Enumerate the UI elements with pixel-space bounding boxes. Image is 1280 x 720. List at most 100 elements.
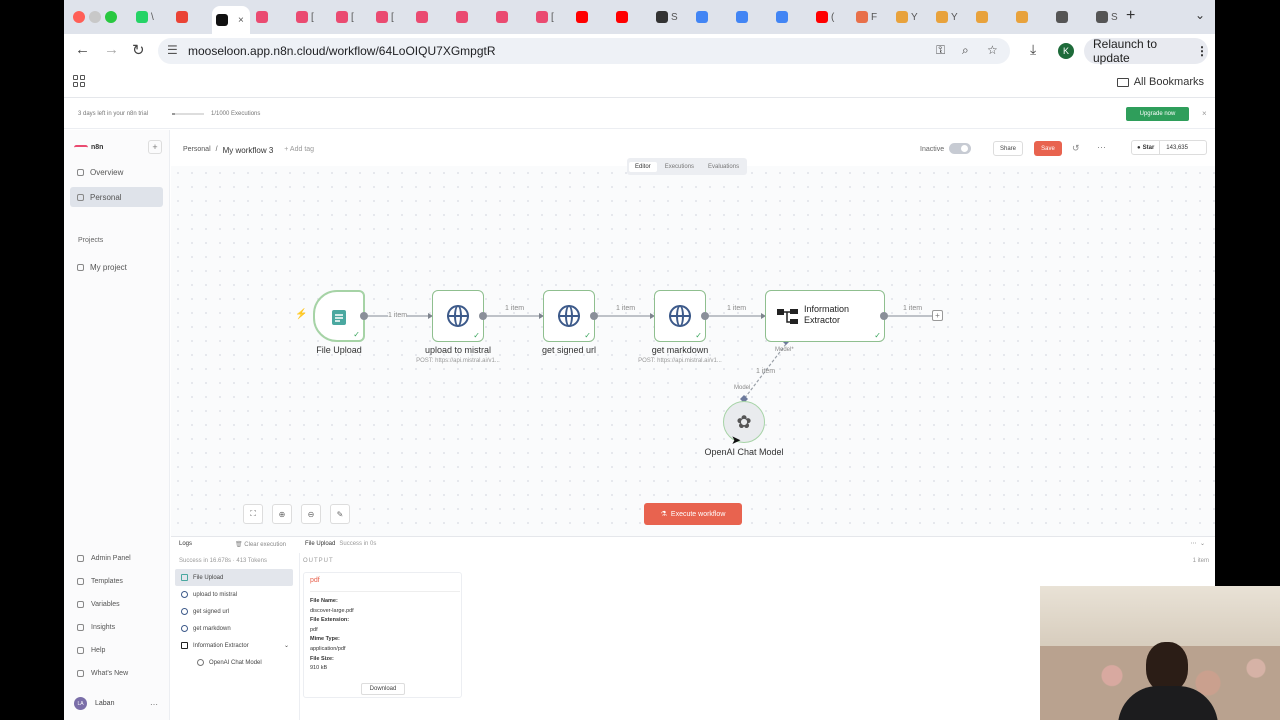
- sidebar-item-whats-new[interactable]: What's New: [77, 670, 128, 677]
- zoom-in-button[interactable]: ⊕: [272, 504, 292, 524]
- browser-tab[interactable]: [612, 6, 650, 28]
- github-star-button[interactable]: ● Star 143,635: [1131, 140, 1207, 155]
- browser-tab[interactable]: [972, 6, 1010, 28]
- workflow-name[interactable]: My workflow 3: [223, 146, 274, 155]
- sidebar-item-overview[interactable]: Overview: [70, 162, 163, 182]
- reload-icon[interactable]: ↻: [132, 41, 145, 59]
- n8n-logo[interactable]: n8n: [74, 144, 103, 151]
- browser-tab[interactable]: [492, 6, 530, 28]
- user-more-icon[interactable]: ⋯: [150, 700, 158, 709]
- output-handle[interactable]: [880, 312, 888, 320]
- browser-tab[interactable]: [252, 6, 290, 28]
- node-upload-to-mistral[interactable]: ✓: [432, 290, 484, 342]
- tab-close-icon[interactable]: ×: [238, 15, 244, 26]
- tidy-up-button[interactable]: ✎: [330, 504, 350, 524]
- save-button[interactable]: Save: [1034, 141, 1062, 156]
- add-node-plus-icon[interactable]: +: [932, 310, 943, 321]
- maximize-window-icon[interactable]: [105, 11, 117, 23]
- browser-tab[interactable]: [452, 6, 490, 28]
- browser-tab[interactable]: \: [132, 6, 170, 28]
- new-tab-icon[interactable]: +: [1126, 7, 1135, 25]
- tab-evaluations[interactable]: Evaluations: [702, 162, 745, 172]
- minimize-window-icon[interactable]: [89, 11, 101, 23]
- output-handle[interactable]: [479, 312, 487, 320]
- sidebar-item-help[interactable]: Help: [77, 647, 105, 654]
- browser-tab[interactable]: [: [372, 6, 410, 28]
- bookmark-star-icon[interactable]: ☆: [987, 43, 998, 57]
- log-item-information-extractor[interactable]: Information Extractor ⌄: [175, 637, 293, 654]
- browser-tab[interactable]: [412, 6, 450, 28]
- sidebar-item-variables[interactable]: Variables: [77, 601, 120, 608]
- profile-avatar[interactable]: K: [1058, 43, 1074, 59]
- breadcrumb-personal[interactable]: Personal: [183, 146, 211, 155]
- avatar: LA: [74, 697, 87, 710]
- tab-search-icon[interactable]: ⌄: [1195, 8, 1205, 22]
- sidebar-item-templates[interactable]: Templates: [77, 578, 123, 585]
- output-handle[interactable]: [590, 312, 598, 320]
- browser-tab[interactable]: [572, 6, 610, 28]
- workflow-canvas[interactable]: ⚡ ✓ File Upload ✓ upload to mistral POST…: [171, 166, 1215, 536]
- upgrade-button[interactable]: Upgrade now: [1126, 107, 1189, 121]
- sidebar-item-my-project[interactable]: My project: [70, 257, 163, 277]
- node-openai-chat-model[interactable]: ✿: [723, 401, 765, 443]
- fit-view-button[interactable]: ⛶: [243, 504, 263, 524]
- zoom-icon[interactable]: ⌕: [962, 43, 969, 58]
- tab-editor[interactable]: Editor: [629, 161, 657, 172]
- address-bar[interactable]: ☰ mooseloon.app.n8n.cloud/workflow/64LoO…: [158, 38, 1010, 64]
- browser-tab[interactable]: [692, 6, 730, 28]
- browser-tab[interactable]: [: [332, 6, 370, 28]
- site-settings-icon[interactable]: ☰: [167, 43, 178, 57]
- execute-workflow-button[interactable]: ⚗ Execute workflow: [644, 503, 742, 525]
- log-item-openai-chat-model[interactable]: OpenAI Chat Model: [175, 654, 293, 671]
- back-icon[interactable]: ←: [75, 41, 90, 58]
- log-item-get-signed-url[interactable]: get signed url: [175, 603, 293, 620]
- browser-tab[interactable]: S: [652, 6, 690, 28]
- download-button[interactable]: Download: [361, 683, 405, 695]
- sidebar-item-admin-panel[interactable]: Admin Panel: [77, 555, 131, 562]
- password-key-icon[interactable]: ⚿: [936, 43, 945, 58]
- browser-tab[interactable]: [732, 6, 770, 28]
- clear-execution-button[interactable]: 🗑 Clear execution: [235, 541, 286, 548]
- browser-tab[interactable]: [772, 6, 810, 28]
- apps-grid-icon[interactable]: [73, 75, 85, 87]
- log-item-get-markdown[interactable]: get markdown: [175, 620, 293, 637]
- node-get-markdown[interactable]: ✓: [654, 290, 706, 342]
- browser-tab[interactable]: (: [812, 6, 850, 28]
- browser-tab[interactable]: [1052, 6, 1090, 28]
- forward-icon[interactable]: →: [104, 41, 119, 58]
- add-tag-link[interactable]: + Add tag: [284, 146, 314, 155]
- sidebar-item-personal[interactable]: Personal: [70, 187, 163, 207]
- user-profile[interactable]: LA Laban: [74, 697, 114, 710]
- log-item-upload-to-mistral[interactable]: upload to mistral: [175, 586, 293, 603]
- browser-tab[interactable]: Y: [892, 6, 930, 28]
- relaunch-button[interactable]: Relaunch to update ⋮: [1084, 37, 1208, 65]
- create-plus-button[interactable]: +: [148, 140, 162, 154]
- more-options-icon[interactable]: ⋯: [1097, 142, 1106, 153]
- active-toggle[interactable]: [949, 143, 971, 154]
- browser-tab[interactable]: S: [1092, 6, 1130, 28]
- node-information-extractor[interactable]: Information Extractor ✓: [765, 290, 885, 342]
- zoom-out-button[interactable]: ⊖: [301, 504, 321, 524]
- log-item-file-upload[interactable]: File Upload: [175, 569, 293, 586]
- browser-tab[interactable]: Y: [932, 6, 970, 28]
- banner-close-icon[interactable]: ×: [1202, 109, 1207, 118]
- node-file-upload[interactable]: ✓: [313, 290, 365, 342]
- share-button[interactable]: Share: [993, 141, 1023, 156]
- output-handle[interactable]: [360, 312, 368, 320]
- tab-executions[interactable]: Executions: [659, 162, 700, 172]
- sidebar-item-insights[interactable]: Insights: [77, 624, 115, 631]
- tab-title: (: [831, 11, 835, 23]
- history-icon[interactable]: ↺: [1072, 143, 1080, 154]
- close-window-icon[interactable]: [73, 11, 85, 23]
- logs-controls[interactable]: ⋯ ⌄: [1191, 540, 1205, 547]
- download-icon[interactable]: ⤓: [1030, 41, 1036, 58]
- browser-tab[interactable]: ×: [212, 6, 250, 34]
- all-bookmarks-button[interactable]: All Bookmarks: [1116, 76, 1204, 88]
- node-get-signed-url[interactable]: ✓: [543, 290, 595, 342]
- browser-tab[interactable]: [1012, 6, 1050, 28]
- output-handle[interactable]: [701, 312, 709, 320]
- browser-tab[interactable]: [172, 6, 210, 28]
- browser-tab[interactable]: [: [532, 6, 570, 28]
- browser-tab[interactable]: F: [852, 6, 890, 28]
- browser-tab[interactable]: [: [292, 6, 330, 28]
